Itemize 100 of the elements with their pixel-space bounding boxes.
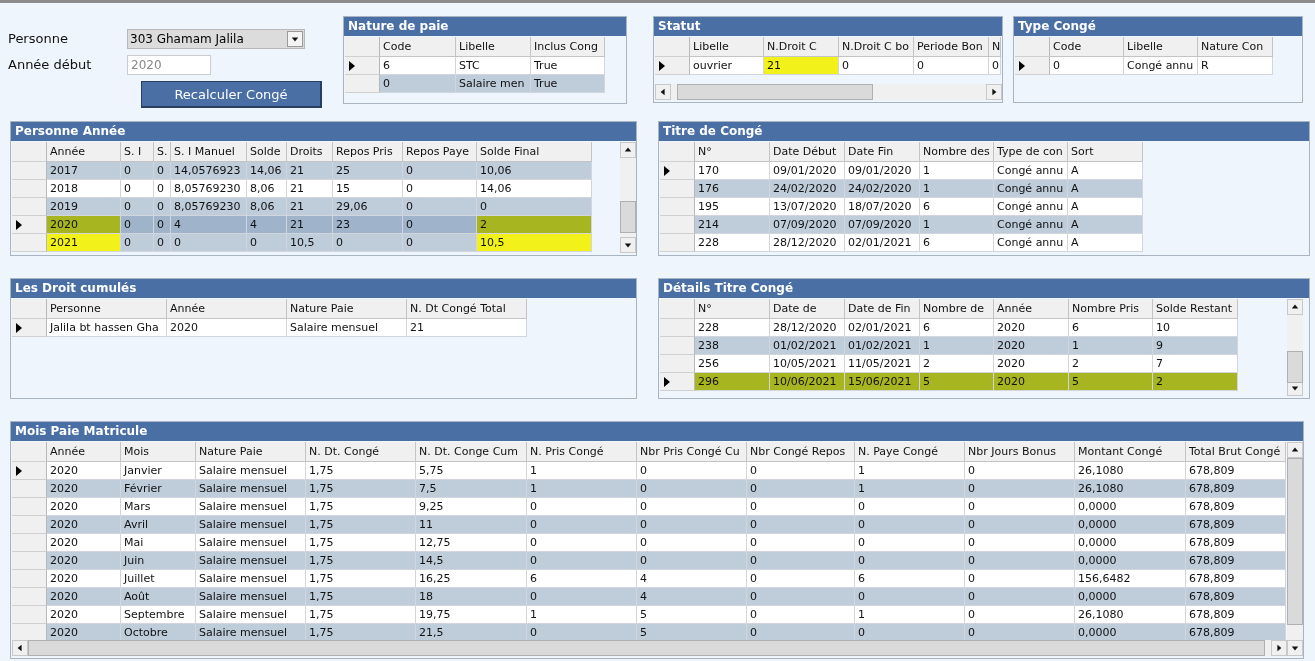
column-header[interactable]: N° [695,142,770,162]
table-cell: 01/02/2021 [845,337,920,355]
column-header[interactable]: N. Dt. Congé [306,442,416,462]
column-header[interactable]: Nombre Pris [1069,299,1153,319]
table-cell: 170 [695,162,770,180]
column-header[interactable]: Nbr Jours Bonus [965,442,1075,462]
table-cell: 0 [403,162,477,180]
scroll-left-button[interactable] [12,640,28,656]
column-header[interactable]: S. I [121,142,154,162]
row-header[interactable] [12,319,47,337]
column-header[interactable]: Date de Fin [845,299,920,319]
column-header[interactable]: Total Brut Congé [1186,442,1286,462]
scroll-up-button[interactable] [620,142,636,158]
vertical-scrollbar[interactable] [1287,442,1303,656]
column-header[interactable]: Repos Paye [403,142,477,162]
row-header[interactable] [660,162,695,180]
column-header[interactable]: Code [1050,37,1124,57]
row-header[interactable] [655,57,690,75]
table-cell: 176 [695,180,770,198]
column-header[interactable]: Type de con [994,142,1068,162]
row-header[interactable] [1015,57,1050,75]
column-header[interactable]: Libelle [456,37,531,57]
column-header[interactable]: N. Pris Congé [527,442,637,462]
year-input[interactable]: 2020 [127,55,211,75]
column-header[interactable]: N. Dt Congé Total [407,299,527,319]
scroll-thumb[interactable] [1287,458,1303,626]
table-cell: Salaire men [456,75,531,93]
recalculate-button[interactable]: Recalculer Congé [141,81,322,108]
column-header[interactable]: Année [47,442,121,462]
column-header[interactable]: N.Droit C bo [839,37,914,57]
column-header[interactable]: Personne [47,299,167,319]
horizontal-scrollbar[interactable] [655,84,1002,100]
scroll-down-button[interactable] [620,237,636,253]
scroll-right-button[interactable] [1271,640,1287,656]
column-header[interactable]: Année [47,142,121,162]
column-header[interactable]: N [989,37,1001,57]
column-header[interactable]: Nature Paie [196,442,306,462]
table-cell: 28/12/2020 [770,234,845,252]
row-header[interactable] [12,216,47,234]
column-header[interactable]: Sort [1068,142,1143,162]
row-pointer-icon [16,322,22,333]
column-header[interactable]: Date Début [770,142,845,162]
column-header[interactable]: Nature Con [1198,37,1273,57]
table-cell: 2020 [47,534,121,552]
table-cell: 24/02/2020 [845,180,920,198]
column-header[interactable]: S. I Manuel [171,142,247,162]
column-header[interactable]: N. Paye Congé [855,442,965,462]
column-header[interactable]: Solde Restant [1153,299,1238,319]
column-header[interactable]: Nbr Congé Repos [747,442,855,462]
row-pointer-icon [349,60,355,71]
corner-header [660,142,695,162]
table-cell: 6 [920,198,994,216]
dropdown-button[interactable] [287,31,303,47]
table-cell: 1,75 [306,534,416,552]
table-cell: 0 [965,498,1075,516]
scroll-down-button[interactable] [1287,640,1303,656]
column-header[interactable]: Periode Bon [914,37,989,57]
table-cell: 1 [855,462,965,480]
scroll-thumb[interactable] [1287,350,1303,384]
column-header[interactable]: Solde [247,142,287,162]
column-header[interactable]: N° [695,299,770,319]
vertical-scrollbar[interactable] [1287,299,1303,396]
column-header[interactable]: Code [380,37,456,57]
column-header[interactable]: Repos Pris [333,142,403,162]
table-cell: 678,809 [1186,588,1286,606]
row-header[interactable] [12,462,47,480]
column-header[interactable]: S. [154,142,171,162]
column-header[interactable]: Nombre des [920,142,994,162]
column-header[interactable]: Nature Paie [287,299,407,319]
scroll-left-button[interactable] [655,84,671,100]
scroll-up-button[interactable] [1287,299,1303,315]
vertical-scrollbar[interactable] [620,142,636,253]
column-header[interactable]: Nbr Pris Congé Cu [637,442,747,462]
corner-header [660,299,695,319]
table-cell: 0 [527,552,637,570]
column-header[interactable]: Inclus Cong [531,37,605,57]
column-header[interactable]: Mois [121,442,196,462]
column-header[interactable]: Droits [287,142,333,162]
scroll-thumb[interactable] [620,201,636,234]
column-header[interactable]: Date Fin [845,142,920,162]
column-header[interactable]: Nombre de [920,299,994,319]
row-header[interactable] [660,373,695,391]
table-cell: 0 [154,180,171,198]
column-header[interactable]: N.Droit C [764,37,839,57]
column-header[interactable]: Date de [770,299,845,319]
person-dropdown[interactable]: 303 Ghamam Jalila [127,29,305,49]
column-header[interactable]: Libelle [1124,37,1198,57]
column-header[interactable]: Montant Congé [1075,442,1186,462]
scroll-up-button[interactable] [1287,442,1303,458]
column-header[interactable]: Solde Final [477,142,592,162]
column-header[interactable]: N. Dt. Conge Cum [416,442,527,462]
scroll-right-button[interactable] [986,84,1002,100]
column-header[interactable]: Année [994,299,1069,319]
table-cell: 07/09/2020 [770,216,845,234]
table-cell: 2 [477,216,592,234]
column-header[interactable]: Année [167,299,287,319]
table-cell: 2017 [47,162,121,180]
row-header[interactable] [345,57,380,75]
column-header[interactable]: Libelle [690,37,764,57]
scroll-thumb[interactable] [677,84,873,100]
